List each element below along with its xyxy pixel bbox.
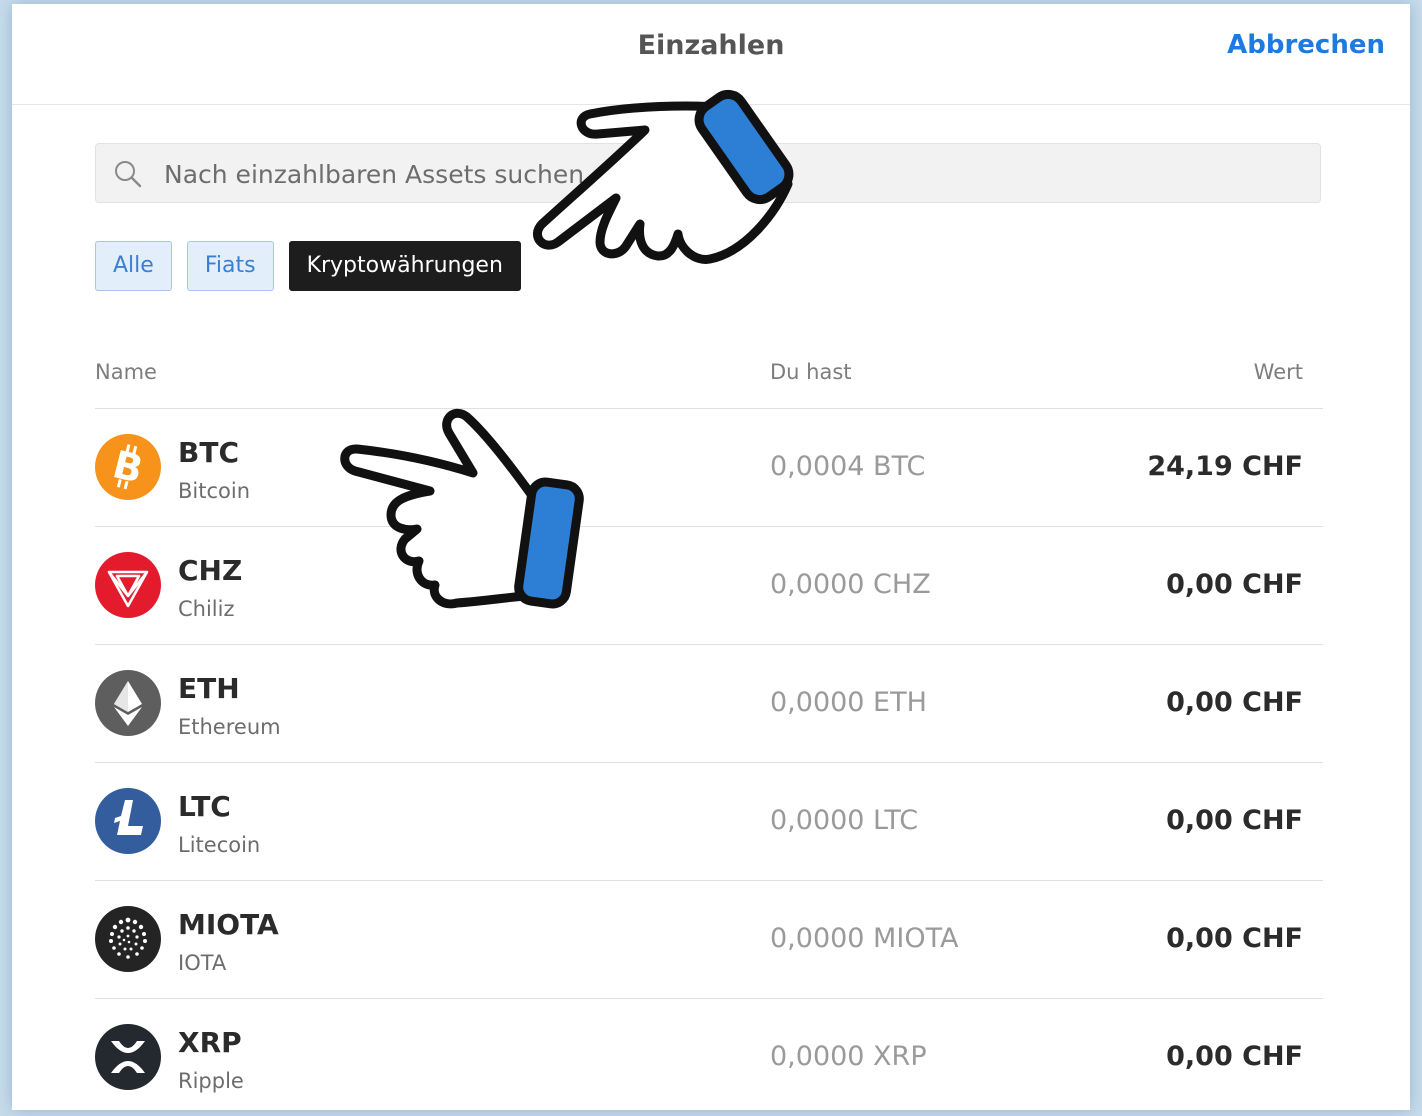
- bitcoin-icon: B: [95, 434, 161, 500]
- asset-name: Ethereum: [178, 715, 281, 739]
- asset-value: 0,00 CHF: [1166, 569, 1303, 600]
- asset-value: 24,19 CHF: [1147, 451, 1303, 482]
- column-header-have: Du hast: [770, 360, 852, 384]
- asset-value: 0,00 CHF: [1166, 1041, 1303, 1072]
- asset-balance: 0,0000 XRP: [770, 1041, 927, 1072]
- asset-symbol: XRP: [178, 1026, 242, 1059]
- asset-symbol: MIOTA: [178, 908, 279, 941]
- dialog-title: Einzahlen: [637, 30, 785, 61]
- column-header-name: Name: [95, 360, 157, 384]
- asset-value: 0,00 CHF: [1166, 805, 1303, 836]
- asset-value: 0,00 CHF: [1166, 923, 1303, 954]
- deposit-dialog: Einzahlen Abbrechen Alle Fiats Kryptowäh…: [12, 4, 1410, 1110]
- search-input[interactable]: [162, 154, 1306, 194]
- asset-value: 0,00 CHF: [1166, 687, 1303, 718]
- ethereum-icon: [95, 670, 161, 736]
- asset-symbol: ETH: [178, 672, 240, 705]
- asset-symbol: BTC: [178, 436, 239, 469]
- asset-balance: 0,0000 ETH: [770, 687, 927, 718]
- asset-row-ltc[interactable]: LTC Litecoin 0,0000 LTC 0,00 CHF: [95, 762, 1323, 880]
- filter-tabs: Alle Fiats Kryptowährungen: [95, 241, 536, 291]
- search-bar[interactable]: [95, 143, 1321, 203]
- filter-fiats[interactable]: Fiats: [186, 241, 274, 291]
- asset-name: IOTA: [178, 951, 227, 975]
- asset-row-miota[interactable]: MIOTA IOTA 0,0000 MIOTA 0,00 CHF: [95, 880, 1323, 998]
- asset-row-eth[interactable]: ETH Ethereum 0,0000 ETH 0,00 CHF: [95, 644, 1323, 762]
- iota-icon: [95, 906, 161, 972]
- asset-balance: 0,0000 CHZ: [770, 569, 931, 600]
- asset-list: B BTC Bitcoin 0,0004 BTC 24,19 CHF CHZ C…: [95, 408, 1323, 1110]
- ripple-icon: [95, 1024, 161, 1090]
- litecoin-icon: [95, 788, 161, 854]
- asset-symbol: LTC: [178, 790, 231, 823]
- filter-all[interactable]: Alle: [95, 241, 172, 291]
- chiliz-icon: [95, 552, 161, 618]
- dialog-header: Einzahlen Abbrechen: [12, 4, 1410, 105]
- asset-balance: 0,0000 LTC: [770, 805, 919, 836]
- search-icon: [115, 161, 142, 188]
- asset-row-btc[interactable]: B BTC Bitcoin 0,0004 BTC 24,19 CHF: [95, 408, 1323, 526]
- asset-name: Ripple: [178, 1069, 244, 1093]
- asset-name: Bitcoin: [178, 479, 251, 503]
- asset-symbol: CHZ: [178, 554, 243, 587]
- cancel-button[interactable]: Abbrechen: [1227, 30, 1385, 60]
- column-header-value: Wert: [1253, 360, 1303, 384]
- asset-name: Chiliz: [178, 597, 235, 621]
- asset-name: Litecoin: [178, 833, 261, 857]
- asset-row-xrp[interactable]: XRP Ripple 0,0000 XRP 0,00 CHF: [95, 998, 1323, 1110]
- asset-row-chz[interactable]: CHZ Chiliz 0,0000 CHZ 0,00 CHF: [95, 526, 1323, 644]
- asset-balance: 0,0004 BTC: [770, 451, 926, 482]
- asset-balance: 0,0000 MIOTA: [770, 923, 959, 954]
- filter-crypto[interactable]: Kryptowährungen: [288, 241, 521, 291]
